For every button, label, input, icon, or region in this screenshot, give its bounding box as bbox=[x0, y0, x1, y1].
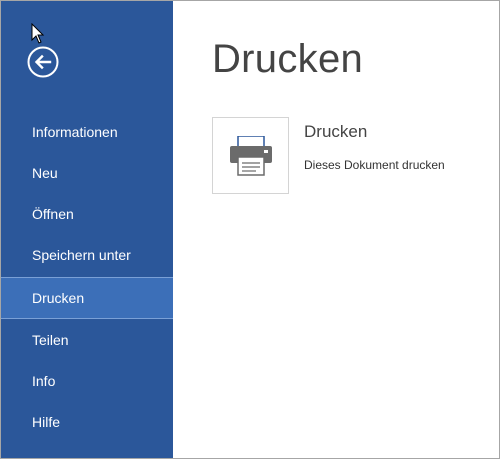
print-option-description: Dieses Dokument drucken bbox=[304, 158, 445, 172]
sidebar-item-info[interactable]: Info bbox=[1, 360, 173, 402]
backstage-sidebar: Informationen Neu Öffnen Speichern unter… bbox=[1, 1, 173, 458]
sidebar-item-oeffnen[interactable]: Öffnen bbox=[1, 193, 173, 235]
sidebar-item-drucken[interactable]: Drucken bbox=[1, 277, 173, 319]
print-option-title: Drucken bbox=[304, 122, 368, 141]
print-button[interactable] bbox=[212, 117, 289, 194]
sidebar-item-speichern-unter[interactable]: Speichern unter bbox=[1, 234, 173, 276]
back-arrow-icon[interactable] bbox=[27, 46, 59, 78]
backstage-window: Informationen Neu Öffnen Speichern unter… bbox=[0, 0, 500, 459]
main-panel: Drucken Drucken Dieses Dokument drucken bbox=[173, 1, 499, 458]
sidebar-item-hilfe[interactable]: Hilfe bbox=[1, 401, 173, 443]
sidebar-item-neu[interactable]: Neu bbox=[1, 152, 173, 194]
mouse-pointer-icon bbox=[31, 23, 45, 44]
sidebar-item-informationen[interactable]: Informationen bbox=[1, 111, 173, 153]
page-title: Drucken bbox=[212, 37, 364, 81]
sidebar-item-teilen[interactable]: Teilen bbox=[1, 319, 173, 361]
printer-icon bbox=[230, 136, 272, 176]
